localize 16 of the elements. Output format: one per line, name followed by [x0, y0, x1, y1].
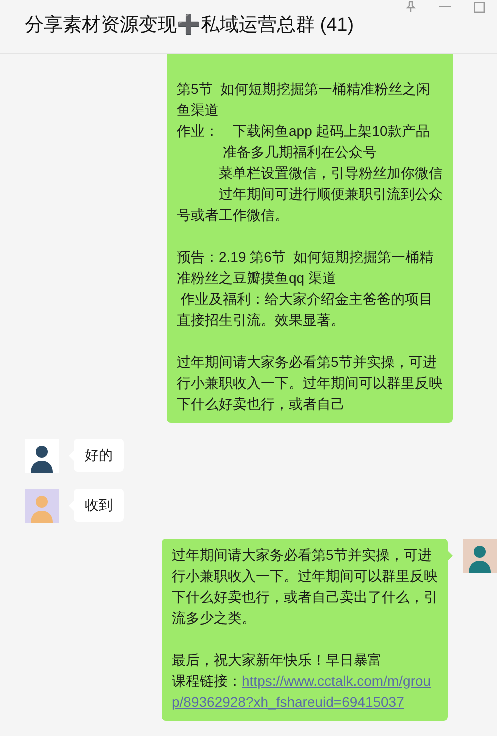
- message-text: 第5节 如何短期挖掘第一桶精准粉丝之闲鱼渠道: [177, 80, 432, 120]
- window-title: 分享素材资源变现➕私域运营总群 (41): [25, 15, 354, 38]
- message-text: 准备多几期福利在公众号: [222, 143, 378, 162]
- message-text: 收到: [85, 496, 113, 515]
- message-text: 课程链接：https://www.cctalk.com/m/group/89362928?xh_fshareuid=69415037: [172, 672, 432, 712]
- message-text: 过年期间请大家务必看第5节并实操，可进行小兼职收入一下。过年期间可以群里反映下什么好卖也行，或者自己卖出了什么，引流多少之类。: [172, 546, 438, 628]
- avatar[interactable]: [25, 439, 59, 473]
- message-text: 过年期间可进行顺便兼职引流到公众号或者工作微信。: [177, 185, 443, 225]
- message-text: 过年期间请大家务必看第5节并实操，可进行小兼职收入一下。过年期间可以群里反映下什么好卖也行，或者自己: [177, 353, 443, 414]
- message-text: 好的: [85, 446, 113, 465]
- message-text: 最后，祝大家新年快乐！早日暴富: [172, 651, 383, 670]
- message-text: 作业及福利：给大家介绍金主爸爸的项目直接招生引流。效果显著。: [177, 290, 434, 330]
- message-text: 预告：2.19 第6节 如何短期挖掘第一桶精准粉丝之豆瓣摸鱼qq 渠道: [177, 248, 435, 288]
- maximize-icon[interactable]: [471, 0, 487, 14]
- message-text: 菜单栏设置微信，引导粉丝加你微信: [218, 164, 443, 183]
- message-text: 作业： 下载闲鱼app 起码上架10款产品: [177, 122, 431, 141]
